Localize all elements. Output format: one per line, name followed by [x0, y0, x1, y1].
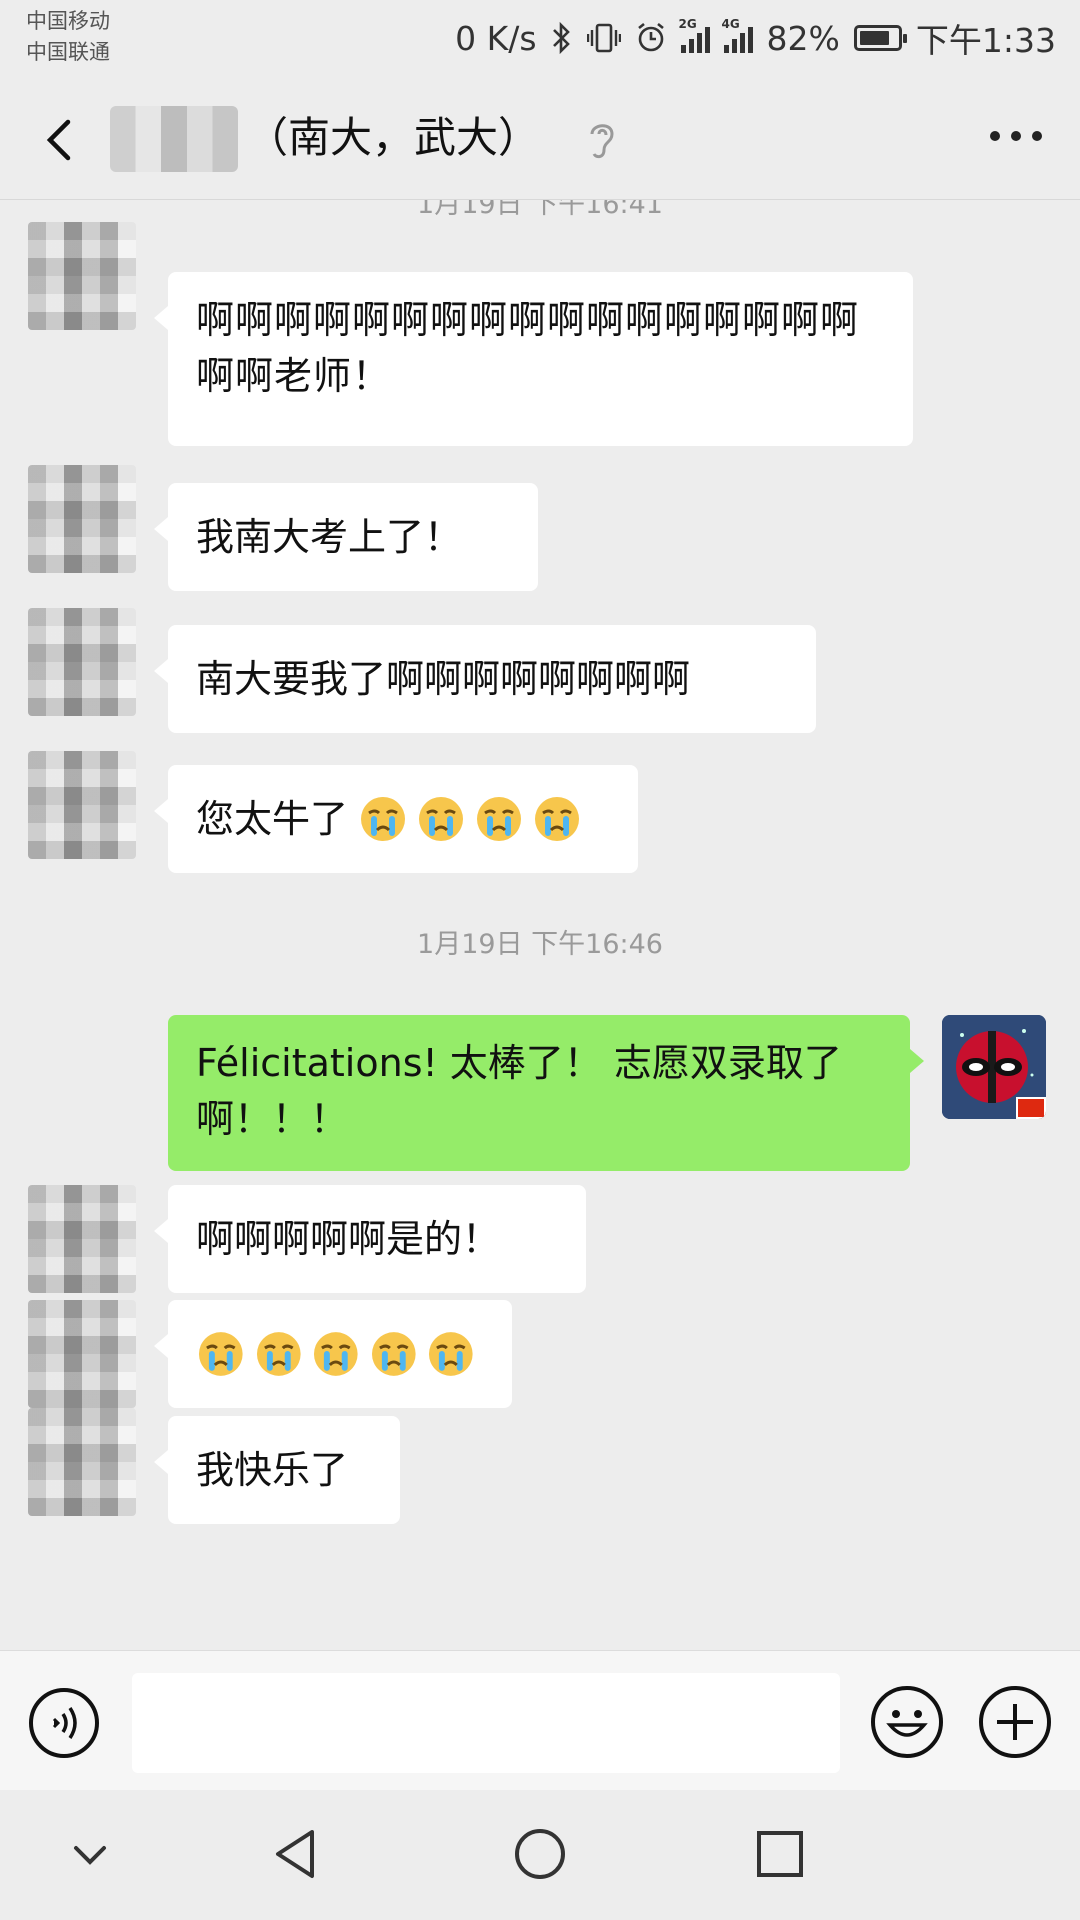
crying-emoji-icon	[429, 1332, 473, 1376]
message-text: Félicitations! 太棒了！ 志愿双录取了啊！！！	[196, 1041, 842, 1141]
nav-home-icon[interactable]	[510, 1824, 570, 1884]
message-bubble[interactable]: 南大要我了啊啊啊啊啊啊啊啊	[154, 625, 816, 733]
nav-back-icon[interactable]	[268, 1824, 328, 1884]
message-text: 您太牛了	[196, 797, 349, 841]
battery-percent: 82%	[766, 18, 840, 58]
crying-emoji-icon	[477, 797, 522, 841]
message-text: 我南大考上了！	[196, 515, 463, 559]
plus-icon[interactable]	[978, 1685, 1052, 1759]
message-bubble[interactable]: 啊啊啊啊啊啊啊啊啊啊啊啊啊啊啊啊啊啊啊老师！	[154, 272, 913, 446]
battery-icon	[853, 25, 907, 51]
ear-icon	[590, 124, 614, 159]
blurred-name	[110, 106, 238, 172]
message-text: 啊啊啊啊啊啊啊啊啊啊啊啊啊啊啊啊啊啊啊老师！	[196, 298, 860, 398]
china-flag-icon	[1016, 1097, 1046, 1119]
contact-avatar[interactable]	[28, 1408, 136, 1516]
message-bubble[interactable]: 我快乐了	[154, 1416, 400, 1524]
input-bar	[0, 1650, 1080, 1790]
system-navigation-bar	[0, 1790, 1080, 1920]
crying-emoji-icon	[256, 1332, 301, 1376]
emoji-icon[interactable]	[870, 1685, 944, 1759]
nav-recents-icon[interactable]	[750, 1824, 810, 1884]
message-bubble[interactable]: 啊啊啊啊啊是的！	[154, 1185, 586, 1293]
timestamp: 1月19日 下午16:41	[417, 200, 663, 220]
carrier-info: 中国移动 中国联通	[26, 6, 110, 68]
crying-emoji-icon	[314, 1332, 358, 1376]
crying-emoji-icon	[361, 797, 406, 841]
status-bar: 中国移动 中国联通 0 K/s 2G 4G 82% 下午1:33	[0, 0, 1080, 80]
message-bubble[interactable]	[154, 1300, 512, 1408]
contact-avatar[interactable]	[28, 608, 136, 716]
contact-avatar[interactable]	[28, 1185, 136, 1293]
crying-emoji-icon	[371, 1332, 416, 1376]
vibrate-icon	[586, 23, 621, 53]
my-avatar[interactable]	[942, 1015, 1046, 1119]
alarm-icon	[637, 22, 664, 52]
contact-avatar[interactable]	[28, 751, 136, 859]
carrier-1: 中国移动	[26, 9, 110, 33]
message-text: 南大要我了啊啊啊啊啊啊啊啊	[196, 657, 691, 701]
voice-icon[interactable]	[28, 1687, 100, 1759]
message-list[interactable]: 1月19日 下午16:41 啊啊啊啊啊啊啊啊啊啊啊啊啊啊啊啊啊啊啊老师！ 我南大…	[0, 200, 1080, 1650]
contact-avatar[interactable]	[28, 1300, 136, 1408]
my-message-bubble[interactable]: Félicitations! 太棒了！ 志愿双录取了啊！！！	[168, 1015, 924, 1171]
contact-avatar[interactable]	[28, 222, 136, 330]
crying-emoji-icon	[535, 797, 580, 841]
more-dot	[990, 131, 1000, 141]
more-options-button[interactable]	[990, 128, 1042, 144]
signal-2g-icon: 2G	[679, 17, 710, 53]
crying-emoji-icon	[419, 797, 464, 841]
timestamp: 1月19日 下午16:46	[417, 929, 663, 960]
back-arrow-icon[interactable]	[30, 110, 90, 170]
status-icons: 0 K/s 2G 4G 82% 下午1:33	[455, 14, 1056, 62]
more-dot	[1032, 131, 1042, 141]
bluetooth-icon	[552, 21, 570, 55]
message-bubble[interactable]: 您太牛了	[154, 765, 638, 873]
message-bubble[interactable]: 我南大考上了！	[154, 483, 538, 591]
net-speed: 0 K/s	[455, 18, 537, 58]
more-dot	[1011, 131, 1021, 141]
crying-emoji-icon	[198, 1332, 243, 1376]
signal-4g-icon: 4G	[722, 17, 753, 53]
clock: 下午1:33	[915, 21, 1056, 60]
chevron-down-icon[interactable]	[60, 1824, 120, 1884]
message-text: 啊啊啊啊啊是的！	[196, 1217, 501, 1261]
message-input[interactable]	[132, 1673, 840, 1773]
chat-header: （南大，武大）	[0, 80, 1080, 200]
carrier-2: 中国联通	[26, 40, 110, 64]
message-text: 我快乐了	[196, 1448, 349, 1492]
contact-avatar[interactable]	[28, 465, 136, 573]
chat-title: （南大，武大）	[246, 113, 541, 162]
